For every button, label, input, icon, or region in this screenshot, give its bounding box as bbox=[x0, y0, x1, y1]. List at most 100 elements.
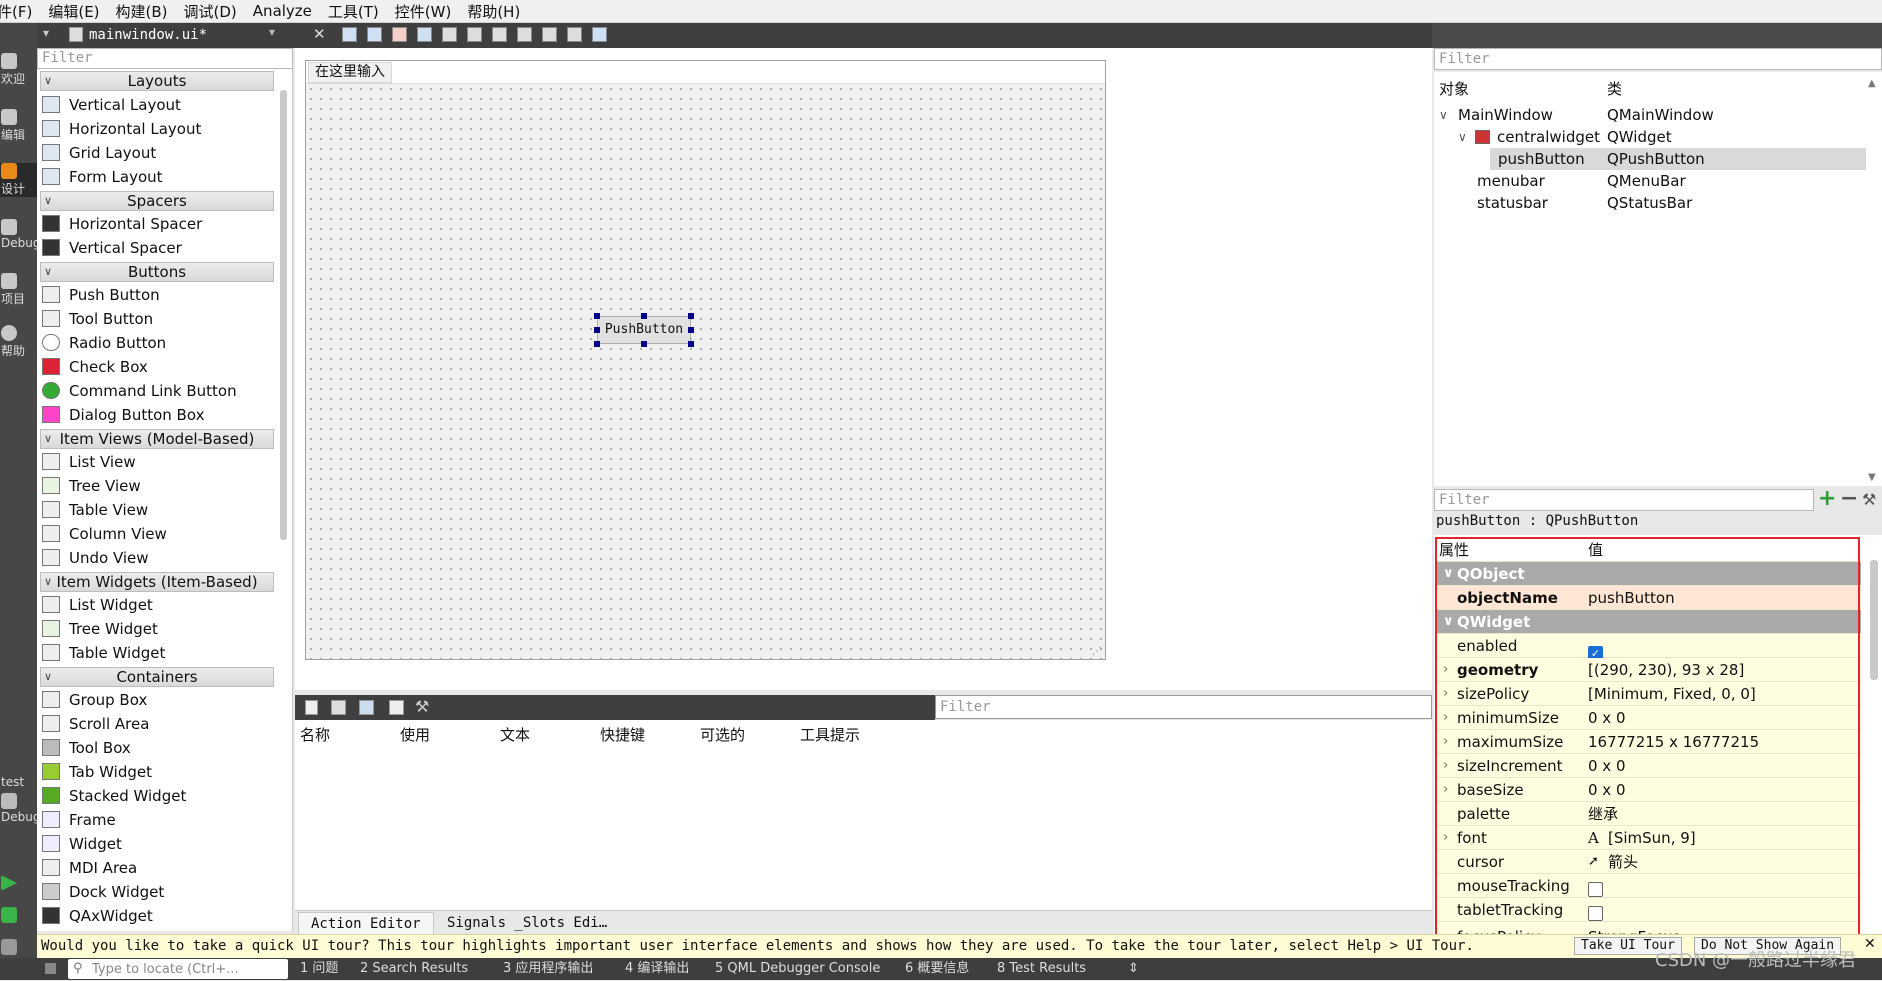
chevron-down-icon[interactable]: ∨ bbox=[1458, 126, 1467, 148]
category-item-views[interactable]: ∨ Item Views (Model-Based) bbox=[40, 429, 274, 449]
layout-horizontal-icon[interactable] bbox=[442, 27, 457, 42]
form-canvas-grid[interactable] bbox=[306, 84, 1105, 659]
layout-grid-icon[interactable] bbox=[542, 27, 557, 42]
chevron-down-icon[interactable]: ∨ bbox=[1439, 104, 1448, 126]
widget-tool-box[interactable]: Tool Box bbox=[42, 736, 274, 760]
widget-widget[interactable]: Widget bbox=[42, 832, 274, 856]
widget-horizontal-layout[interactable]: Horizontal Layout bbox=[42, 117, 274, 141]
object-row[interactable]: statusbar QStatusBar bbox=[1437, 192, 1865, 214]
close-icon[interactable]: ✕ bbox=[1864, 936, 1876, 952]
action-col-name[interactable]: 名称 bbox=[300, 724, 330, 745]
new-action-icon[interactable] bbox=[305, 700, 318, 715]
scroll-up-icon[interactable]: ▲ bbox=[1868, 78, 1876, 89]
layout-hsplitter-icon[interactable] bbox=[492, 27, 507, 42]
widget-list-widget[interactable]: List Widget bbox=[42, 593, 274, 617]
category-layouts[interactable]: ∨ Layouts bbox=[40, 71, 274, 91]
widget-tree-widget[interactable]: Tree Widget bbox=[42, 617, 274, 641]
menu-edit[interactable]: 编辑(E) bbox=[48, 1, 99, 22]
widget-tool-button[interactable]: Tool Button bbox=[42, 307, 274, 331]
kit-selector[interactable]: test Debug bbox=[0, 775, 40, 824]
action-col-tooltip[interactable]: 工具提示 bbox=[800, 724, 860, 745]
action-col-checkable[interactable]: 可选的 bbox=[700, 724, 745, 745]
copy-action-icon[interactable] bbox=[331, 700, 346, 715]
menu-debug[interactable]: 调试(D) bbox=[184, 1, 237, 22]
widget-dialog-button-box[interactable]: Dialog Button Box bbox=[42, 403, 274, 427]
widget-mdi-area[interactable]: MDI Area bbox=[42, 856, 274, 880]
widget-list-view[interactable]: List View bbox=[42, 450, 274, 474]
widget-stacked-widget[interactable]: Stacked Widget bbox=[42, 784, 274, 808]
selection-handle[interactable] bbox=[688, 313, 694, 319]
remove-property-icon[interactable]: − bbox=[1840, 488, 1858, 510]
resize-grip-icon[interactable]: ⋰ bbox=[1092, 646, 1102, 657]
pane-qml-debugger-console[interactable]: 5 QML Debugger Console bbox=[715, 958, 880, 980]
widget-frame[interactable]: Frame bbox=[42, 808, 274, 832]
widget-table-view[interactable]: Table View bbox=[42, 498, 274, 522]
widgetbox-filter-input[interactable]: Filter bbox=[37, 48, 293, 69]
add-property-icon[interactable]: + bbox=[1818, 488, 1836, 510]
selection-handle[interactable] bbox=[688, 341, 694, 347]
locator-input[interactable]: Type to locate (Ctrl+... bbox=[68, 959, 288, 979]
object-row-selected[interactable]: pushButton QPushButton bbox=[1490, 148, 1866, 170]
pane-general-messages[interactable]: 6 概要信息 bbox=[905, 958, 969, 980]
col-class[interactable]: 类 bbox=[1607, 78, 1622, 100]
pane-search-results[interactable]: 2 Search Results bbox=[360, 958, 468, 980]
layout-vsplitter-icon[interactable] bbox=[517, 27, 532, 42]
widget-tab-widget[interactable]: Tab Widget bbox=[42, 760, 274, 784]
adjust-size-icon[interactable] bbox=[592, 27, 607, 42]
menu-file[interactable]: 文件(F) bbox=[0, 1, 32, 22]
tab-signals-slots-editor[interactable]: Signals _Slots Edi… bbox=[435, 912, 619, 934]
widget-tree-view[interactable]: Tree View bbox=[42, 474, 274, 498]
tab-dropdown-icon[interactable]: ▾ bbox=[43, 26, 49, 40]
scroll-down-icon[interactable]: ▼ bbox=[1868, 472, 1876, 483]
widget-table-widget[interactable]: Table Widget bbox=[42, 641, 274, 665]
mode-edit[interactable]: 编辑 bbox=[0, 109, 37, 143]
edit-widgets-icon[interactable] bbox=[342, 27, 357, 42]
wrench-icon[interactable]: ⚒ bbox=[1862, 490, 1876, 509]
form-menu-type-here[interactable]: 在这里输入 bbox=[308, 62, 392, 83]
selection-handle[interactable] bbox=[594, 327, 600, 333]
edit-buddies-icon[interactable] bbox=[392, 27, 407, 42]
close-icon[interactable]: ✕ bbox=[313, 25, 326, 43]
mode-design[interactable]: 设计 bbox=[0, 163, 37, 197]
widget-undo-view[interactable]: Undo View bbox=[42, 546, 274, 570]
widget-group-box[interactable]: Group Box bbox=[42, 688, 274, 712]
object-row[interactable]: ∨ MainWindow QMainWindow bbox=[1437, 104, 1865, 126]
widget-vertical-spacer[interactable]: Vertical Spacer bbox=[42, 236, 274, 260]
tab-dropdown-icon[interactable]: ▾ bbox=[269, 25, 275, 39]
mode-help[interactable]: 帮助 bbox=[0, 325, 37, 359]
mode-projects[interactable]: 项目 bbox=[0, 273, 37, 307]
widget-command-link-button[interactable]: Command Link Button bbox=[42, 379, 274, 403]
object-row[interactable]: ∨ centralwidget QWidget bbox=[1437, 126, 1865, 148]
property-filter-input[interactable]: Filter bbox=[1434, 489, 1814, 511]
layout-form-icon[interactable] bbox=[567, 27, 582, 42]
editor-tab-title[interactable]: mainwindow.ui* bbox=[89, 27, 207, 43]
menu-build[interactable]: 构建(B) bbox=[116, 1, 168, 22]
action-col-used[interactable]: 使用 bbox=[400, 724, 430, 745]
selection-handle[interactable] bbox=[641, 313, 647, 319]
category-item-widgets[interactable]: ∨ Item Widgets (Item-Based) bbox=[40, 572, 274, 592]
selection-handle[interactable] bbox=[594, 341, 600, 347]
widget-check-box[interactable]: Check Box bbox=[42, 355, 274, 379]
action-col-shortcut[interactable]: 快捷键 bbox=[600, 724, 645, 745]
tab-action-editor[interactable]: Action Editor bbox=[298, 912, 434, 934]
widget-push-button[interactable]: Push Button bbox=[42, 283, 274, 307]
widget-radio-button[interactable]: Radio Button bbox=[42, 331, 274, 355]
form-push-button[interactable]: PushButton bbox=[597, 316, 691, 344]
selection-handle[interactable] bbox=[594, 313, 600, 319]
pane-issues[interactable]: 1 问题 bbox=[300, 958, 338, 980]
widget-scroll-area[interactable]: Scroll Area bbox=[42, 712, 274, 736]
widget-column-view[interactable]: Column View bbox=[42, 522, 274, 546]
run-button[interactable] bbox=[0, 875, 37, 892]
widget-qaxwidget[interactable]: QAxWidget bbox=[42, 904, 274, 928]
action-col-text[interactable]: 文本 bbox=[500, 724, 530, 745]
category-buttons[interactable]: ∨ Buttons bbox=[40, 262, 274, 282]
selection-handle[interactable] bbox=[641, 341, 647, 347]
object-row[interactable]: menubar QMenuBar bbox=[1437, 170, 1865, 192]
pane-chooser-icon[interactable]: ⇕ bbox=[1128, 958, 1139, 980]
category-containers[interactable]: ∨ Containers bbox=[40, 667, 274, 687]
edit-signals-icon[interactable] bbox=[367, 27, 382, 42]
wrench-icon[interactable]: ⚒ bbox=[415, 697, 429, 716]
debug-run-button[interactable] bbox=[0, 907, 37, 924]
build-button[interactable] bbox=[0, 939, 37, 956]
widget-dock-widget[interactable]: Dock Widget bbox=[42, 880, 274, 904]
